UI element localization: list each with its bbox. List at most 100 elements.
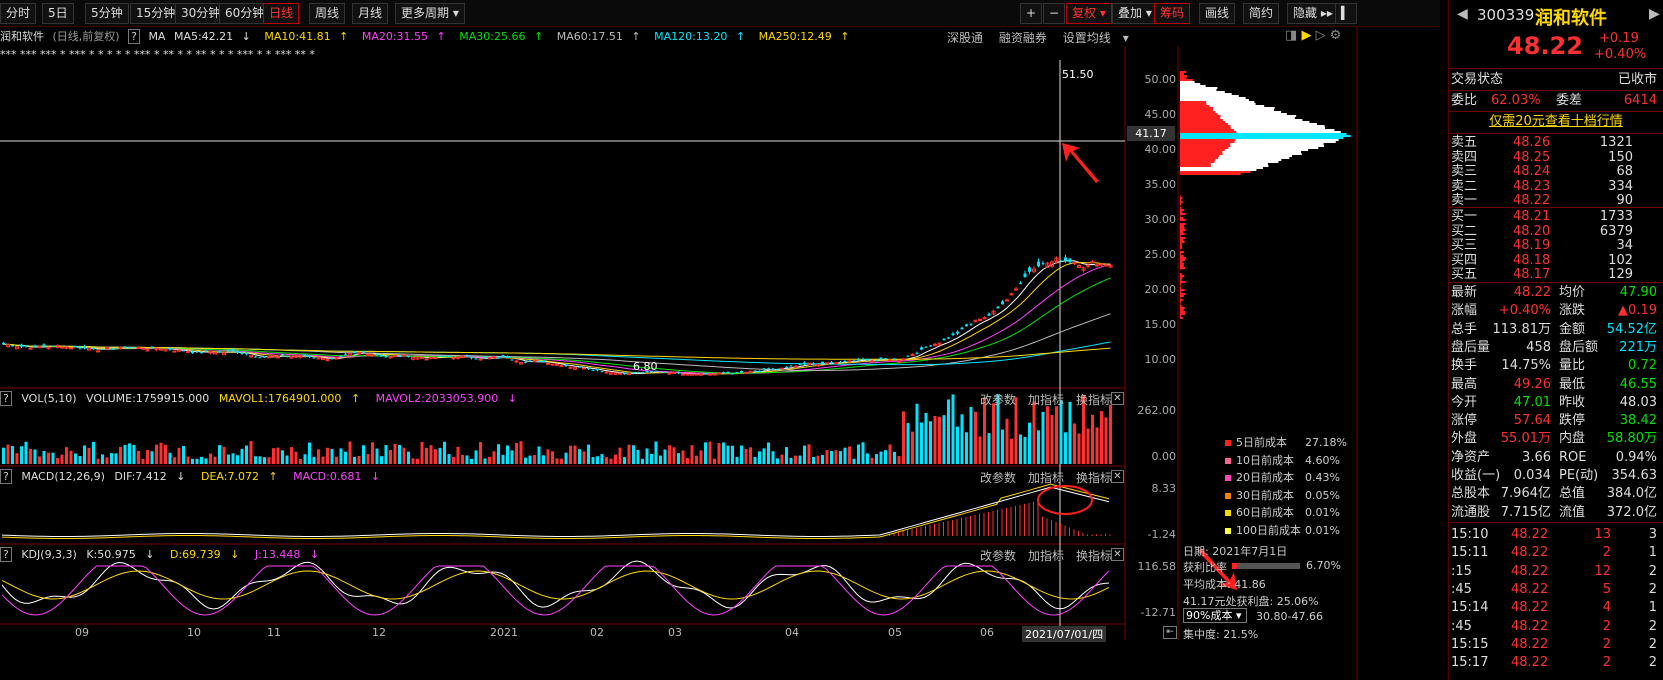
level10-link[interactable]: 仅需20元查看十档行情 [1451, 113, 1661, 131]
candle-body [884, 358, 887, 360]
volume-bar [1068, 401, 1072, 464]
time-tick: 06 [980, 626, 994, 639]
candle-body [150, 346, 154, 348]
prev-stock-icon[interactable]: ◀ [1457, 6, 1468, 22]
tick-count: 1 [1648, 600, 1657, 616]
candle-body [888, 359, 892, 362]
dif-text: DIF:7.412 [114, 470, 167, 483]
edit-params-link[interactable]: 改参数 [980, 471, 1016, 485]
close-icon[interactable]: ✕ [1111, 548, 1124, 561]
candle-body [785, 366, 788, 368]
bid-row[interactable]: 买四 48.18 102 [1451, 253, 1661, 268]
macd-text: MACD:0.681 [293, 470, 362, 483]
add-indicator-link[interactable]: 加指标 [1028, 549, 1064, 563]
cost-select[interactable]: 90%成本 ▾ [1183, 608, 1247, 623]
switch-indicator-link[interactable]: 换指标 [1076, 549, 1112, 563]
volume-bar [123, 444, 127, 464]
volume-bar [357, 455, 361, 464]
ask-label: 卖五 [1451, 135, 1478, 150]
dea-line [1, 483, 1110, 539]
tick-time: 15:14 [1451, 600, 1489, 616]
volume-bar [1046, 406, 1049, 464]
ask-row[interactable]: 卖四 48.25 150 [1451, 150, 1661, 165]
ask-price: 48.22 [1513, 193, 1551, 208]
candle-body [330, 358, 334, 360]
candle-body [982, 317, 987, 320]
volume-bar [857, 444, 860, 464]
arrow-down-icon: ↓ [176, 470, 186, 483]
candle-body [1086, 264, 1090, 267]
candle-body [901, 358, 906, 361]
stat-value: 47.01 [1513, 394, 1551, 410]
candle-body [866, 358, 869, 361]
candle-body [240, 352, 244, 354]
volume-bar [362, 445, 365, 464]
edit-params-link[interactable]: 改参数 [980, 393, 1016, 407]
legend-value: 0.05% [1305, 488, 1340, 502]
volume-bar [875, 454, 878, 464]
candle-body [402, 354, 406, 357]
ask-row[interactable]: 卖一 48.22 90 [1451, 193, 1661, 208]
candle-body [447, 356, 451, 358]
volume-bar [821, 454, 824, 464]
candle-body [960, 327, 964, 330]
candle-body [933, 343, 937, 346]
k-value: K:50.975 ↓ [86, 548, 160, 561]
candle-body [847, 360, 852, 363]
tick-time: 15:15 [1451, 636, 1489, 652]
add-indicator-link[interactable]: 加指标 [1028, 471, 1064, 485]
ask-row[interactable]: 卖二 48.23 334 [1451, 179, 1661, 194]
bid-price: 48.21 [1513, 209, 1551, 224]
volume-bar [1037, 430, 1040, 464]
volume-bar [677, 453, 680, 464]
bid-row[interactable]: 买五 48.17 129 [1451, 267, 1661, 282]
tick-price: 48.22 [1511, 636, 1549, 652]
tick-row: :15 48.22 12 2 [1451, 563, 1661, 581]
candle-body [578, 366, 581, 368]
candle-body [362, 351, 365, 353]
scroll-right-icon[interactable]: ⇤ [1163, 626, 1177, 639]
candle-body [762, 368, 766, 370]
volume-bar [218, 445, 221, 464]
volume-bar [600, 454, 604, 464]
volume-bar [101, 454, 104, 464]
time-tick: 02 [590, 626, 604, 639]
bid-row[interactable]: 买三 48.19 34 [1451, 238, 1661, 253]
help-icon[interactable]: ? [0, 547, 12, 562]
volume-bar [758, 451, 761, 464]
candle-body [1005, 299, 1009, 302]
volume-bar [470, 458, 473, 464]
volume-bar [119, 446, 122, 464]
chip-legend-row: 20日前成本 0.43% [1225, 469, 1355, 487]
ask-row[interactable]: 卖三 48.24 68 [1451, 164, 1661, 179]
help-icon[interactable]: ? [0, 469, 12, 484]
profit-bar [1232, 563, 1300, 569]
volume-bar [1005, 418, 1009, 464]
volume-bar [128, 443, 131, 464]
stat-row: 流通股 7.715亿 流值 372.0亿 [1451, 504, 1661, 522]
volume-bar [263, 457, 266, 464]
add-indicator-link[interactable]: 加指标 [1028, 393, 1064, 407]
price-tick: 25.00 [1144, 248, 1177, 261]
ask-volume: 334 [1608, 178, 1633, 194]
bid-row[interactable]: 买一 48.21 1733 [1451, 209, 1661, 224]
help-icon[interactable]: ? [0, 391, 12, 406]
tick-count: 2 [1648, 563, 1657, 579]
switch-indicator-link[interactable]: 换指标 [1076, 471, 1112, 485]
divider [1449, 68, 1663, 69]
bid-label: 买三 [1451, 238, 1478, 253]
volume-bar [704, 442, 707, 464]
volume-bar [164, 444, 167, 464]
candle-body [951, 333, 955, 336]
j-line [1, 565, 1110, 616]
edit-params-link[interactable]: 改参数 [980, 549, 1016, 563]
close-icon[interactable]: ✕ [1111, 392, 1124, 405]
close-icon[interactable]: ✕ [1111, 470, 1124, 483]
next-stock-icon[interactable]: ▶ [1649, 6, 1660, 22]
ask-row[interactable]: 卖五 48.26 1321 [1451, 135, 1661, 150]
switch-indicator-link[interactable]: 换指标 [1076, 393, 1112, 407]
candle-body [191, 351, 194, 354]
bid-row[interactable]: 买二 48.20 6379 [1451, 224, 1661, 239]
volume-bar [1001, 429, 1004, 464]
legend-value: 0.01% [1305, 506, 1340, 519]
